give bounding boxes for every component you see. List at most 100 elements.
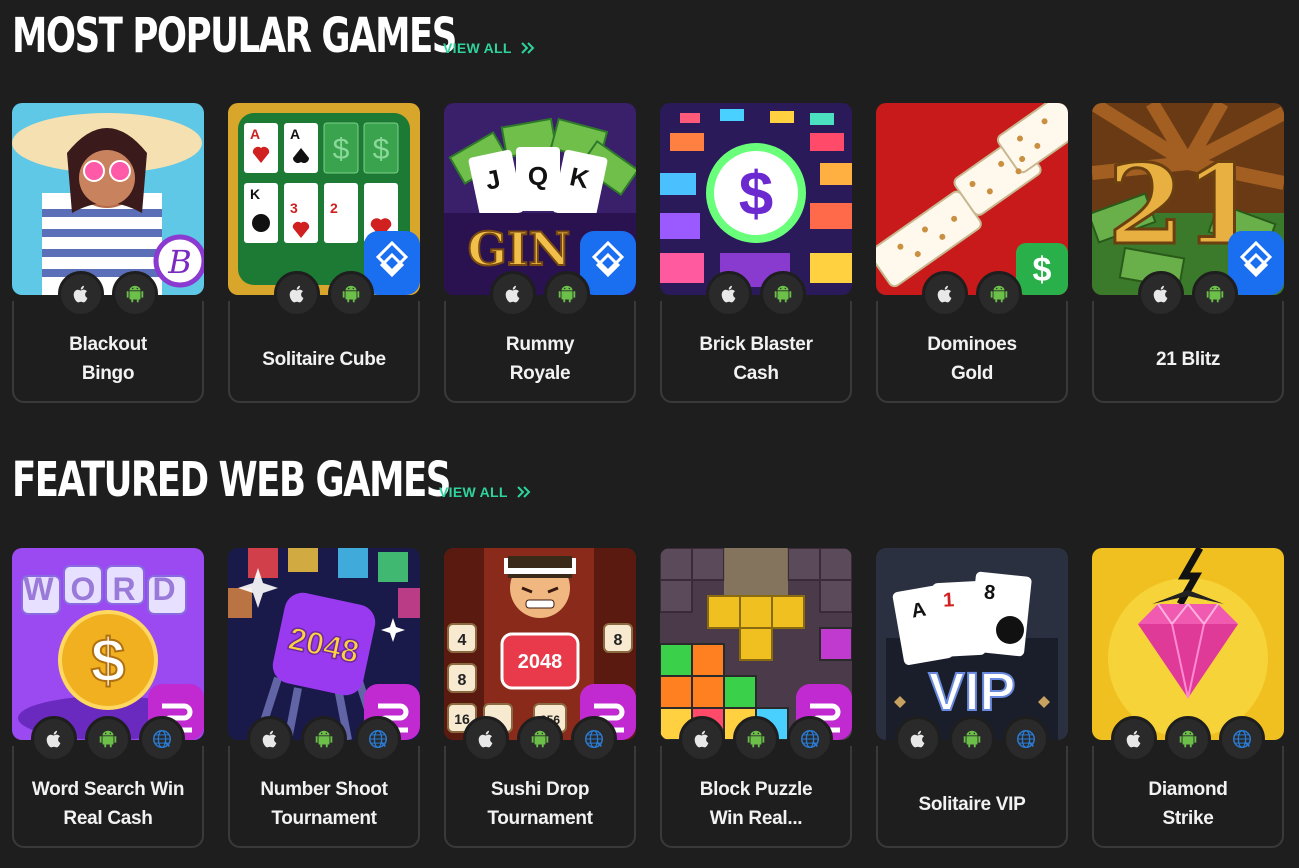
svg-text:8: 8 [458,672,467,689]
svg-text:Q: Q [528,161,548,191]
android-icon [544,271,590,317]
game-card[interactable]: A A $ $ K 3 2 Solitaire Cube [228,103,420,403]
svg-text:2048: 2048 [518,651,563,673]
game-title: Diamond Strike [1148,779,1228,829]
android-icon [328,271,374,317]
game-thumbnail[interactable]: A A $ $ K 3 2 [228,103,420,295]
web-icon [787,716,833,762]
android-icon [301,716,347,762]
apple-icon [679,716,725,762]
game-title: Sushi Drop Tournament [487,779,593,829]
svg-text:8: 8 [614,632,623,649]
apple-icon [463,716,509,762]
svg-text:$: $ [373,133,390,166]
game-card[interactable]: J Q K GIN Rummy Royale [444,103,636,403]
game-thumbnail[interactable]: $ [876,103,1068,295]
apple-icon [490,271,536,317]
game-thumbnail[interactable]: 4 8 8 16 256 2048 [444,548,636,740]
apple-icon [922,271,968,317]
section-title: MOST POPULAR GAMES [12,8,457,64]
double-chevron-right-icon [517,486,531,498]
view-all-label: VIEW ALL [443,40,512,56]
game-thumbnail[interactable] [660,548,852,740]
web-icon [1219,716,1265,762]
game-card[interactable]: $ Dominoes Gold [876,103,1068,403]
game-thumbnail[interactable]: B [12,103,204,295]
android-icon [1165,716,1211,762]
platform-badges [876,716,1068,762]
apple-icon [58,271,104,317]
platform-badges [660,271,852,317]
game-card[interactable]: WORD $ Word Search Win Real Cash [12,548,204,848]
game-title: Number Shoot Tournament [260,779,388,829]
game-title: Solitaire VIP [918,793,1026,815]
svg-text:VIP: VIP [928,662,1015,722]
game-title: Solitaire Cube [262,348,386,370]
web-icon [355,716,401,762]
game-title: Brick Blaster Cash [699,334,813,384]
apple-icon [274,271,320,317]
svg-text:$: $ [739,160,773,229]
game-thumbnail[interactable] [1092,548,1284,740]
game-thumbnail[interactable]: J Q K GIN [444,103,636,295]
svg-text:$: $ [91,627,125,696]
game-title: Dominoes Gold [927,334,1017,384]
game-title: Word Search Win Real Cash [31,779,185,829]
games-row-popular: B Blackout Bingo A A $ $ K 3 2 Solitaire… [12,103,1284,403]
double-chevron-right-icon [521,42,535,54]
android-icon [1192,271,1238,317]
game-card[interactable]: A 1 8 VIP Solitaire VIP [876,548,1068,848]
game-card[interactable]: Diamond Strike [1092,548,1284,848]
game-card[interactable]: B Blackout Bingo [12,103,204,403]
svg-text:$: $ [333,133,350,166]
game-card[interactable]: $ Brick Blaster Cash [660,103,852,403]
android-icon [85,716,131,762]
game-title: Rummy Royale [505,334,575,384]
game-thumbnail[interactable]: 21 [1092,103,1284,295]
view-all-link[interactable]: VIEW ALL [439,484,532,500]
svg-text:2: 2 [330,200,338,216]
platform-badges [12,271,204,317]
view-all-link[interactable]: VIEW ALL [443,40,536,56]
apple-icon [1138,271,1184,317]
games-row-featured-web: WORD $ Word Search Win Real Cash 2048 Nu… [12,548,1284,848]
platform-badges [444,716,636,762]
android-icon [517,716,563,762]
android-icon [112,271,158,317]
platform-badges [876,271,1068,317]
platform-badges [660,716,852,762]
svg-text:1: 1 [942,589,954,612]
platform-badges [1092,271,1284,317]
game-thumbnail[interactable]: A 1 8 VIP [876,548,1068,740]
android-icon [976,271,1022,317]
game-title: Blackout Bingo [69,334,147,384]
svg-text:8: 8 [983,581,996,604]
game-thumbnail[interactable]: 2048 [228,548,420,740]
web-icon [571,716,617,762]
apple-icon [706,271,752,317]
android-icon [949,716,995,762]
game-title: Block Puzzle Win Real... [699,779,813,829]
platform-badges [1092,716,1284,762]
game-card[interactable]: 2048 Number Shoot Tournament [228,548,420,848]
android-icon [760,271,806,317]
web-icon [1003,716,1049,762]
android-icon [733,716,779,762]
platform-badges [228,716,420,762]
game-thumbnail[interactable]: WORD $ [12,548,204,740]
svg-text:3: 3 [290,200,298,216]
platform-badges [228,271,420,317]
game-thumbnail[interactable]: $ [660,103,852,295]
game-card[interactable]: 21 21 Blitz [1092,103,1284,403]
section-title: FEATURED WEB GAMES [12,452,451,508]
game-card[interactable]: 4 8 8 16 256 2048 Sushi Drop Tournament [444,548,636,848]
game-card[interactable]: Block Puzzle Win Real... [660,548,852,848]
web-icon [139,716,185,762]
apple-icon [1111,716,1157,762]
svg-text:GIN: GIN [468,222,571,276]
platform-badges [12,716,204,762]
svg-text:A: A [290,126,300,142]
view-all-label: VIEW ALL [439,484,508,500]
svg-text:A: A [250,126,260,142]
platform-badges [444,271,636,317]
